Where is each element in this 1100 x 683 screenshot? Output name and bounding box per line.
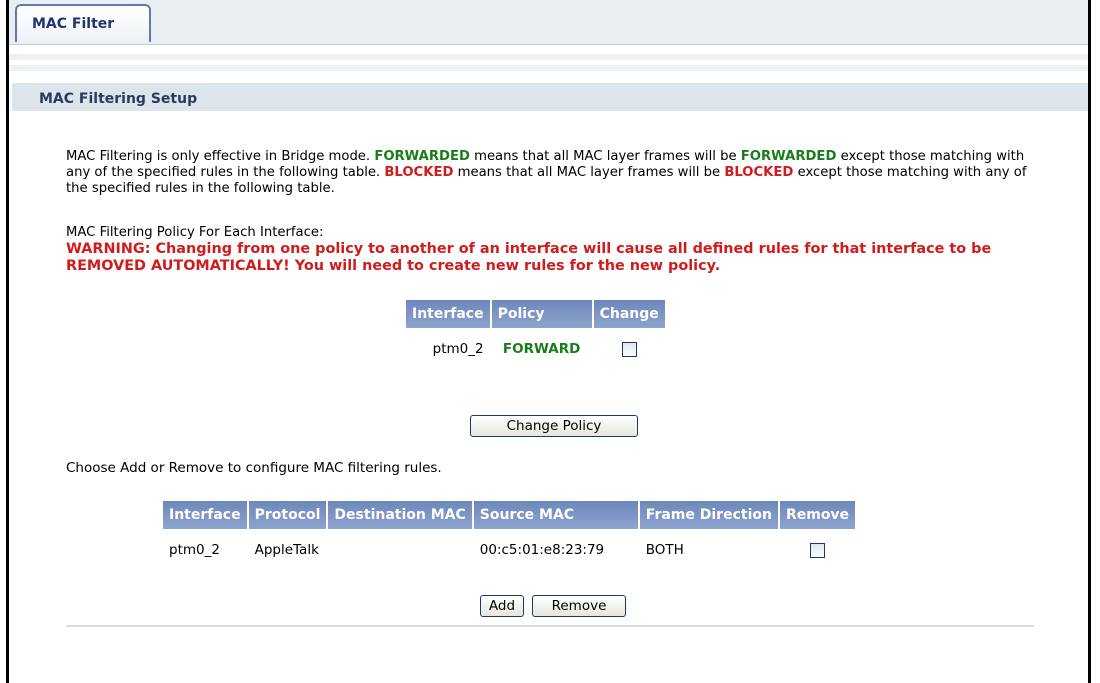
column-header: Protocol: [248, 501, 327, 529]
table-row: ptm0_2 AppleTalk 00:c5:01:e8:23:79 BOTH: [163, 531, 855, 569]
change-policy-button[interactable]: Change Policy: [470, 415, 638, 437]
column-header: Source MAC: [473, 501, 638, 529]
divider: [9, 54, 1088, 60]
rules-intro-text: Choose Add or Remove to configure MAC fi…: [66, 460, 442, 476]
policy-label: MAC Filtering Policy For Each Interface:: [66, 225, 324, 240]
table-row: ptm0_2 FORWARD: [406, 330, 665, 368]
interface-cell: ptm0_2: [432, 341, 484, 357]
protocol-cell: AppleTalk: [254, 542, 319, 558]
table-header-row: Interface Protocol Destination MAC Sourc…: [163, 501, 856, 529]
change-cell: [594, 330, 665, 368]
tab-bar: MAC Filter: [9, 0, 1088, 45]
table-header-row: Interface Policy Change: [406, 300, 665, 328]
add-button[interactable]: Add: [480, 595, 524, 617]
column-header: Remove: [779, 501, 856, 529]
blocked-keyword: BLOCKED: [384, 165, 454, 180]
forwarded-keyword: FORWARDED: [740, 149, 837, 164]
divider: [66, 625, 1034, 627]
interface-cell: ptm0_2: [169, 542, 220, 558]
frame-direction-cell: BOTH: [645, 542, 684, 558]
remove-checkbox[interactable]: [810, 542, 825, 558]
destination-mac-cell: [328, 531, 471, 569]
column-header: Policy: [491, 300, 592, 328]
policy-cell: FORWARD: [502, 341, 581, 357]
tab-mac-filter[interactable]: MAC Filter: [15, 4, 151, 42]
column-header: Interface: [163, 501, 247, 529]
remove-cell: [780, 531, 855, 569]
column-header: Change: [593, 300, 665, 328]
warning-text: WARNING: Changing from one policy to ano…: [66, 241, 992, 274]
source-mac-cell: 00:c5:01:e8:23:79: [479, 542, 605, 558]
change-checkbox[interactable]: [621, 341, 637, 357]
column-header: Destination MAC: [328, 501, 472, 529]
forwarded-keyword: FORWARDED: [374, 149, 470, 164]
column-header: Frame Direction: [639, 501, 778, 529]
remove-button[interactable]: Remove: [532, 595, 626, 617]
column-header: Interface: [406, 300, 490, 328]
rules-table: Interface Protocol Destination MAC Sourc…: [161, 499, 857, 571]
section-title: MAC Filtering Setup: [12, 83, 1088, 111]
divider: [9, 65, 1088, 71]
policy-table: Interface Policy Change ptm0_2 FORWARD: [404, 298, 667, 370]
description-text: MAC Filtering is only effective in Bridg…: [66, 149, 1027, 196]
blocked-keyword: BLOCKED: [724, 165, 794, 180]
